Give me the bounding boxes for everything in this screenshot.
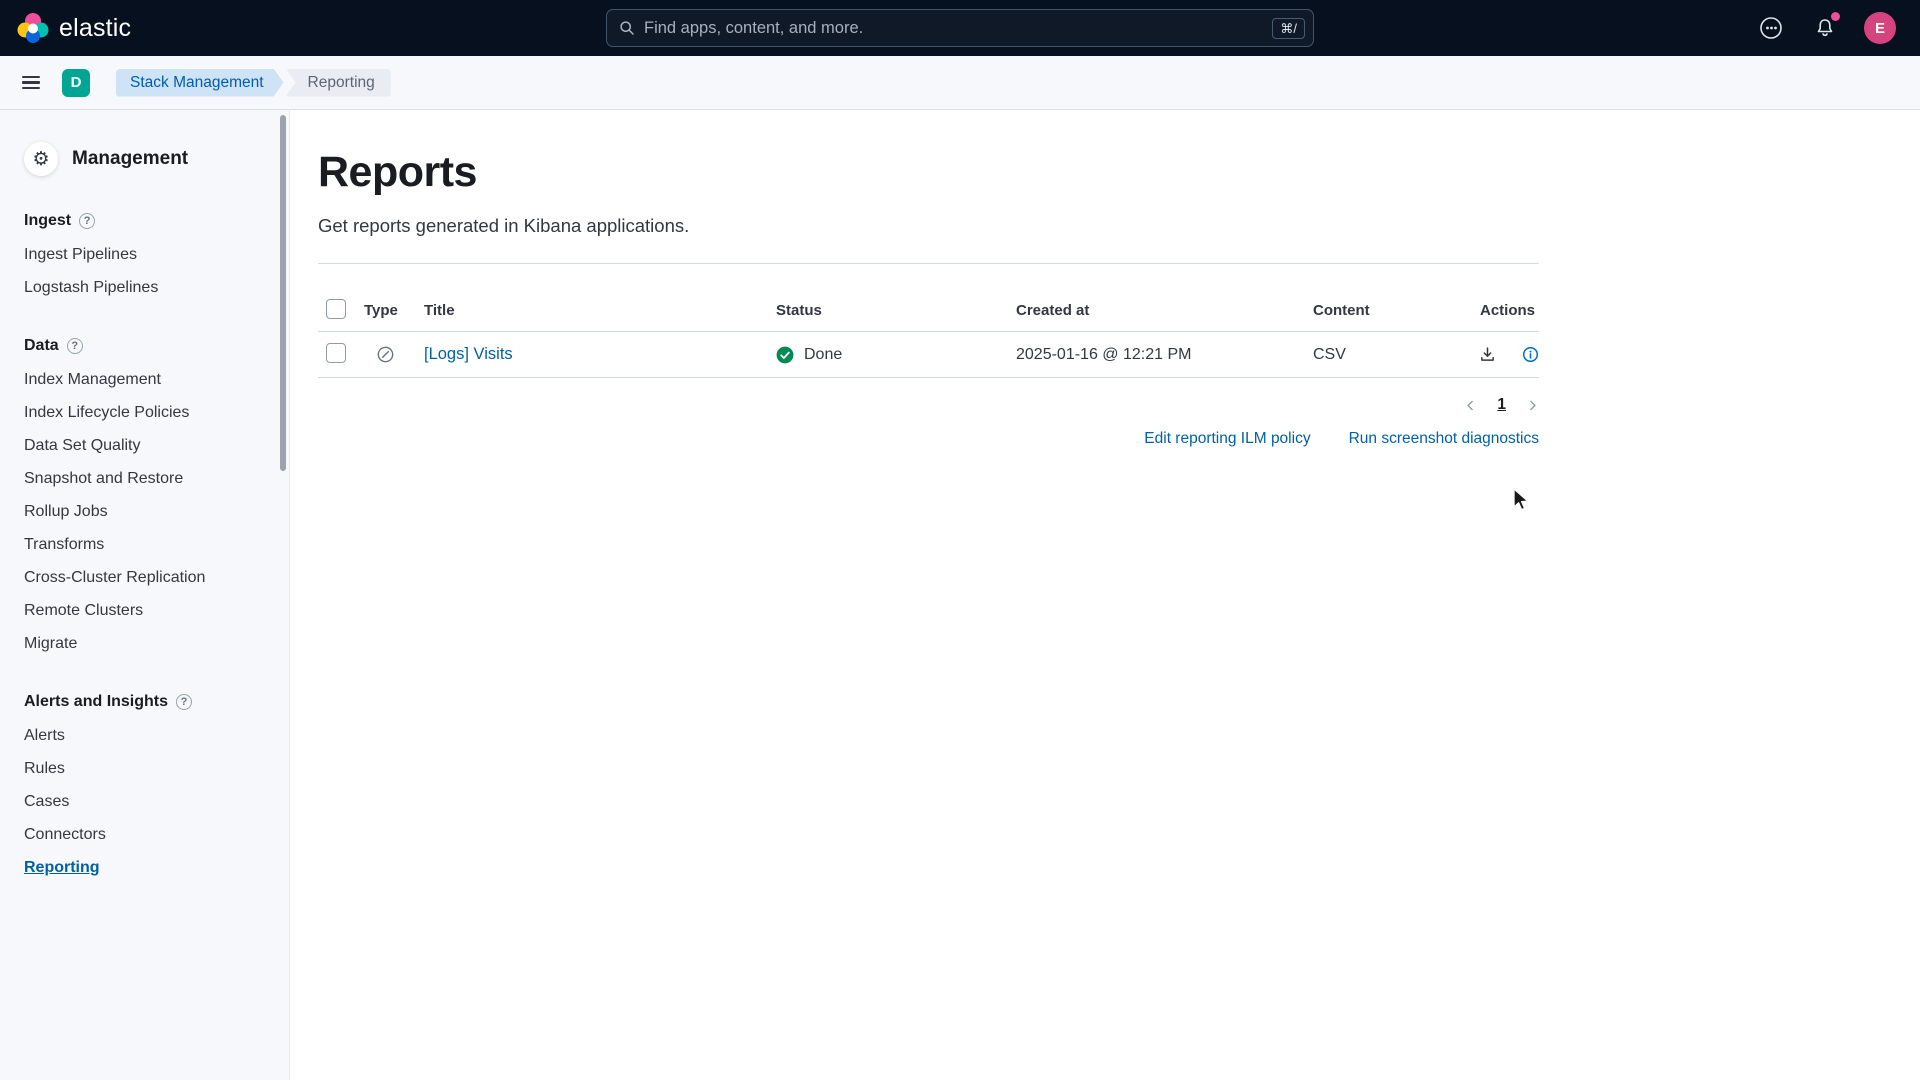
user-avatar[interactable]: E <box>1864 12 1896 44</box>
brand[interactable]: elastic <box>16 11 131 45</box>
sidebar-item-connectors[interactable]: Connectors <box>24 818 289 851</box>
notifications-button[interactable] <box>1810 13 1840 43</box>
brand-text: elastic <box>59 14 131 43</box>
chevron-left-icon <box>1464 399 1477 412</box>
chevron-right-icon <box>1526 399 1539 412</box>
notification-dot <box>1831 12 1840 21</box>
page-title: Reports <box>318 148 1539 197</box>
run-screenshot-diagnostics-link[interactable]: Run screenshot diagnostics <box>1349 430 1539 448</box>
divider <box>318 263 1539 264</box>
help-icon[interactable]: ? <box>79 213 95 229</box>
pagination: 1 <box>318 396 1539 414</box>
report-info-button[interactable] <box>1522 346 1539 363</box>
info-icon <box>1522 346 1539 363</box>
sidebar-item-logstash-pipelines[interactable]: Logstash Pipelines <box>24 271 289 304</box>
menu-toggle-button[interactable] <box>18 72 44 94</box>
sidebar-item-ingest-pipelines[interactable]: Ingest Pipelines <box>24 238 289 271</box>
report-type-icon <box>376 345 395 364</box>
download-icon <box>1479 346 1496 363</box>
ai-assistant-button[interactable] <box>1756 13 1786 43</box>
sidebar-item-alerts[interactable]: Alerts <box>24 719 289 752</box>
actions-cell <box>1479 346 1545 363</box>
sidebar-title: Management <box>72 148 188 170</box>
sidebar-item-transforms[interactable]: Transforms <box>24 528 289 561</box>
sidebar-scrollbar[interactable] <box>280 115 286 471</box>
ai-assistant-icon <box>1758 15 1784 41</box>
section-label-ingest: Ingest <box>24 210 71 232</box>
sidebar-item-migrate[interactable]: Migrate <box>24 627 289 660</box>
breadcrumb-bar: D Stack Management Reporting <box>0 56 1920 110</box>
column-header-type: Type <box>364 302 424 319</box>
sidebar-section-data: Data ? Index Management Index Lifecycle … <box>24 335 289 660</box>
sidebar-item-rules[interactable]: Rules <box>24 752 289 785</box>
reports-table: Type Title Status Created at Content Act… <box>318 290 1539 378</box>
breadcrumb-reporting: Reporting <box>286 69 391 97</box>
section-label-data: Data <box>24 335 59 357</box>
column-header-title: Title <box>424 302 776 319</box>
status-text: Done <box>804 346 842 364</box>
created-at-cell: 2025-01-16 @ 12:21 PM <box>1016 346 1313 364</box>
page-subtitle: Get reports generated in Kibana applicat… <box>318 215 1539 237</box>
sidebar-item-index-lifecycle-policies[interactable]: Index Lifecycle Policies <box>24 396 289 429</box>
edit-ilm-policy-link[interactable]: Edit reporting ILM policy <box>1144 430 1310 448</box>
sidebar-item-reporting[interactable]: Reporting <box>24 851 289 884</box>
column-header-actions: Actions <box>1479 302 1539 319</box>
table-header-row: Type Title Status Created at Content Act… <box>318 290 1539 332</box>
previous-page-button[interactable] <box>1464 399 1477 412</box>
space-badge[interactable]: D <box>62 69 90 97</box>
column-header-created-at: Created at <box>1016 302 1313 319</box>
sidebar-item-cases[interactable]: Cases <box>24 785 289 818</box>
sidebar-item-rollup-jobs[interactable]: Rollup Jobs <box>24 495 289 528</box>
select-all-checkbox[interactable] <box>326 299 346 319</box>
sidebar-item-snapshot-and-restore[interactable]: Snapshot and Restore <box>24 462 289 495</box>
sidebar-section-ingest: Ingest ? Ingest Pipelines Logstash Pipel… <box>24 210 289 304</box>
search-icon <box>619 20 635 36</box>
section-label-alerts-insights: Alerts and Insights <box>24 691 168 713</box>
sidebar-item-remote-clusters[interactable]: Remote Clusters <box>24 594 289 627</box>
header-actions: E <box>1756 12 1904 44</box>
footer-links: Edit reporting ILM policy Run screenshot… <box>318 430 1539 448</box>
search-placeholder: Find apps, content, and more. <box>644 19 1272 38</box>
column-header-status: Status <box>776 302 1016 319</box>
help-icon[interactable]: ? <box>176 694 192 710</box>
status-cell: Done <box>776 346 1016 364</box>
row-checkbox[interactable] <box>326 343 346 363</box>
sidebar-item-cross-cluster-replication[interactable]: Cross-Cluster Replication <box>24 561 289 594</box>
content-cell: CSV <box>1313 346 1479 364</box>
global-search-input[interactable]: Find apps, content, and more. ⌘/ <box>606 9 1314 47</box>
report-title-link[interactable]: [Logs] Visits <box>424 345 513 363</box>
top-header: elastic Find apps, content, and more. ⌘/ <box>0 0 1920 56</box>
breadcrumb: Stack Management Reporting <box>116 69 391 97</box>
search-shortcut-badge: ⌘/ <box>1272 18 1305 39</box>
next-page-button[interactable] <box>1526 399 1539 412</box>
sidebar-section-alerts-insights: Alerts and Insights ? Alerts Rules Cases… <box>24 691 289 884</box>
sidebar: ⚙ Management Ingest ? Ingest Pipelines L… <box>0 110 290 1080</box>
column-header-content: Content <box>1313 302 1479 319</box>
table-row: [Logs] Visits Done 2025-01-16 @ 12:21 PM… <box>318 332 1539 378</box>
download-report-button[interactable] <box>1479 346 1496 363</box>
gear-icon: ⚙ <box>24 142 58 176</box>
help-icon[interactable]: ? <box>67 338 83 354</box>
sidebar-item-index-management[interactable]: Index Management <box>24 363 289 396</box>
sidebar-item-data-set-quality[interactable]: Data Set Quality <box>24 429 289 462</box>
sidebar-header: ⚙ Management <box>24 142 289 176</box>
breadcrumb-stack-management[interactable]: Stack Management <box>116 69 284 97</box>
page-number-1[interactable]: 1 <box>1497 396 1506 414</box>
status-done-icon <box>776 346 794 364</box>
elastic-logo-icon <box>16 11 50 45</box>
main-content: Reports Get reports generated in Kibana … <box>290 110 1920 1080</box>
